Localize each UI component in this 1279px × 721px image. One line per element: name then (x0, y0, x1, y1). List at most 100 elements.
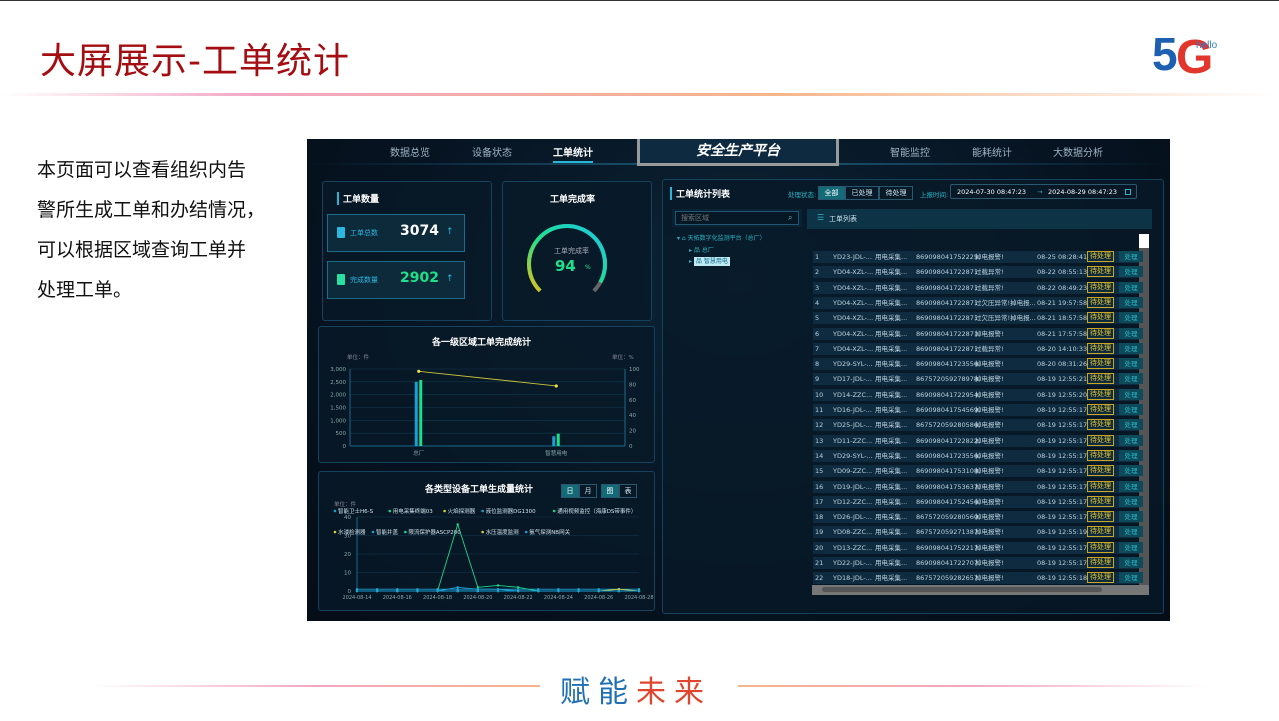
status-all[interactable]: 全部 (818, 186, 845, 200)
status-pending[interactable]: 待处理 (879, 186, 913, 200)
legend-label: 用电采集终端03 (393, 507, 433, 515)
status-done[interactable]: 已处理 (845, 186, 879, 200)
row-handle-button[interactable]: 处理 (1119, 312, 1143, 324)
row-handle-button[interactable]: 处理 (1119, 541, 1143, 553)
table-row[interactable]: 13 YD11-ZZC... 用电采集... 869098041722822 掉电报警!… (813, 434, 1143, 447)
table-row[interactable]: 22 YD18-JDL-... 用电采集... 867572059282657 掉电报警… (813, 572, 1143, 585)
series-point (637, 589, 641, 593)
row-type: 用电采集... (875, 390, 908, 399)
region-search-input[interactable] (675, 211, 799, 225)
table-row[interactable]: 21 YD22-JDL-... 用电采集... 869098041722707 掉电报警… (813, 557, 1143, 569)
row-handle-button[interactable]: 处理 (1119, 266, 1143, 278)
row-time: 08-19 12:55:17 (1037, 559, 1088, 567)
table-row[interactable]: 10 YD14-ZZC... 用电采集... 869098041722954 掉电报警!… (813, 388, 1143, 401)
row-time: 08-20 14:10:33 (1037, 344, 1088, 353)
row-handle-button[interactable]: 处理 (1119, 281, 1143, 293)
row-device: YD26-JDL-... (833, 513, 872, 522)
row-handle-button[interactable]: 处理 (1119, 557, 1143, 568)
row-handle-button[interactable]: 处理 (1119, 404, 1143, 415)
intro-line: 可以根据区域查询工单并 (37, 239, 247, 261)
row-imei: 869098041722707 (916, 559, 979, 567)
row-desc: 掉电报警! (975, 253, 1004, 261)
date-start[interactable]: 2024-07-30 08:47:23 (957, 188, 1026, 196)
table-row[interactable]: 6 YD04-XZL-... 用电采集... 869098041722871 掉电报警!… (813, 327, 1143, 340)
series-point (577, 589, 580, 593)
row-status-badge: 待处理 (1087, 327, 1114, 339)
date-range-picker[interactable]: 2024-07-30 08:47:23 → 2024-08-29 08:47:2… (950, 184, 1137, 199)
table-row[interactable]: 8 YD29-SYL-... 用电采集... 869098041723556 掉电报警!… (813, 358, 1143, 371)
row-handle-button[interactable]: 处理 (1119, 342, 1143, 354)
x-tick-label: 2024-08-26 (584, 595, 613, 601)
row-status-badge: 待处理 (1087, 434, 1114, 446)
row-handle-button[interactable]: 处理 (1119, 388, 1143, 400)
series-point (537, 589, 540, 593)
row-handle-button[interactable]: 处理 (1119, 449, 1143, 461)
row-index: 1 (815, 253, 820, 261)
row-imei: 869098041722871 (916, 298, 979, 307)
row-handle-button[interactable]: 处理 (1119, 480, 1143, 492)
tree-root[interactable]: ▾ ⌂ 天拓数字化监测平台（总厂） (677, 233, 766, 242)
row-time: 08-19 12:55:17 (1037, 482, 1088, 491)
table-row[interactable]: 5 YD04-XZL-... 用电采集... 869098041722871 过欠压异常… (813, 312, 1143, 325)
row-time: 08-19 12:55:17 (1037, 497, 1088, 506)
series-point (516, 589, 520, 593)
row-handle-button[interactable]: 处理 (1119, 373, 1143, 385)
row-handle-button[interactable]: 处理 (1119, 251, 1143, 262)
series-point (355, 589, 359, 593)
row-index: 13 (815, 436, 824, 445)
row-imei: 867572059280586 (916, 421, 979, 430)
row-handle-button[interactable]: 处理 (1119, 327, 1143, 339)
search-icon[interactable]: ⌕ (788, 213, 792, 223)
row-index: 5 (815, 314, 820, 323)
footer-slogan: 赋能未来 (560, 667, 712, 711)
row-imei: 869098041753108 (916, 467, 979, 476)
row-status-badge: 待处理 (1087, 404, 1114, 415)
row-type: 用电采集... (875, 406, 908, 414)
table-row[interactable]: 1 YD23-JDL-... 用电采集... 869098041752225 掉电报警!… (813, 251, 1143, 263)
table-row[interactable]: 18 YD26-JDL-... 用电采集... 867572059280560 掉电报警… (813, 511, 1143, 524)
row-imei: 867572059278978 (916, 375, 979, 384)
row-handle-button[interactable]: 处理 (1119, 358, 1143, 370)
row-type: 用电采集... (875, 344, 908, 353)
series-point (496, 584, 500, 587)
top-border (0, 0, 1279, 1)
row-imei: 869098041723556 (916, 451, 979, 460)
row-desc: 掉电报警! (975, 482, 1004, 491)
tree-node-smart-power[interactable]: ▸ 品 智慧用电 (689, 256, 730, 266)
row-handle-button[interactable]: 处理 (1119, 526, 1143, 538)
tree-node-main-factory[interactable]: ▸ 品 总厂 (689, 245, 714, 254)
table-row[interactable]: 3 YD04-XZL-... 用电采集... 869098041722871 过载异常!… (813, 281, 1143, 294)
date-end[interactable]: 2024-08-29 08:47:23 (1048, 188, 1117, 196)
title-divider (0, 93, 1279, 96)
horizontal-scrollbar[interactable] (812, 585, 1149, 595)
table-row[interactable]: 7 YD04-XZL-... 用电采集... 869098041722871 过载异常!… (813, 342, 1143, 355)
table-row[interactable]: 16 YD19-JDL-... 用电采集... 869098041753637 掉电报警… (813, 480, 1143, 493)
table-row[interactable]: 2 YD04-XZL-... 用电采集... 869098041722871 过载异常!… (813, 266, 1143, 279)
row-desc: 过载异常! (975, 283, 1004, 292)
row-handle-button[interactable]: 处理 (1119, 572, 1143, 584)
table-row[interactable]: 14 YD29-SYL-... 用电采集... 869098041723556 掉电报警… (813, 449, 1143, 462)
row-handle-button[interactable]: 处理 (1119, 296, 1143, 308)
row-handle-button[interactable]: 处理 (1119, 419, 1143, 431)
row-imei: 869098041722871 (916, 314, 979, 323)
row-handle-button[interactable]: 处理 (1119, 495, 1143, 507)
x-tick-label: 2024-08-24 (544, 595, 573, 601)
row-handle-button[interactable]: 处理 (1119, 434, 1143, 446)
series-point (597, 589, 600, 593)
table-row[interactable]: 11 YD16-JDL-... 用电采集... 869098041754569 掉电报警… (813, 404, 1143, 416)
series-point (516, 586, 520, 589)
table-row[interactable]: 9 YD17-JDL-... 用电采集... 867572059278978 掉电报警!… (813, 373, 1143, 386)
table-row[interactable]: 19 YD08-ZZC... 用电采集... 867572059271387 掉电报警!… (813, 526, 1143, 539)
table-row[interactable]: 12 YD25-JDL-... 用电采集... 867572059280586 掉电报警… (813, 419, 1143, 432)
calendar-icon[interactable] (1125, 189, 1131, 195)
table-row[interactable]: 17 YD12-ZZC... 用电采集... 869098041752456 掉电报警!… (813, 495, 1143, 508)
row-time: 08-19 12:55:17 (1037, 543, 1088, 552)
5g-hello-logo: 5 G hello (1152, 28, 1218, 78)
row-status-badge: 待处理 (1087, 572, 1114, 584)
table-row[interactable]: 15 YD09-ZZC... 用电采集... 869098041753108 掉电报警!… (813, 465, 1143, 478)
row-handle-button[interactable]: 处理 (1119, 465, 1143, 477)
row-index: 17 (815, 497, 824, 506)
table-row[interactable]: 20 YD13-ZZC... 用电采集... 869098041752217 掉电报警!… (813, 541, 1143, 554)
row-handle-button[interactable]: 处理 (1119, 511, 1143, 523)
table-row[interactable]: 4 YD04-XZL-... 用电采集... 869098041722871 过欠压异常… (813, 296, 1143, 309)
